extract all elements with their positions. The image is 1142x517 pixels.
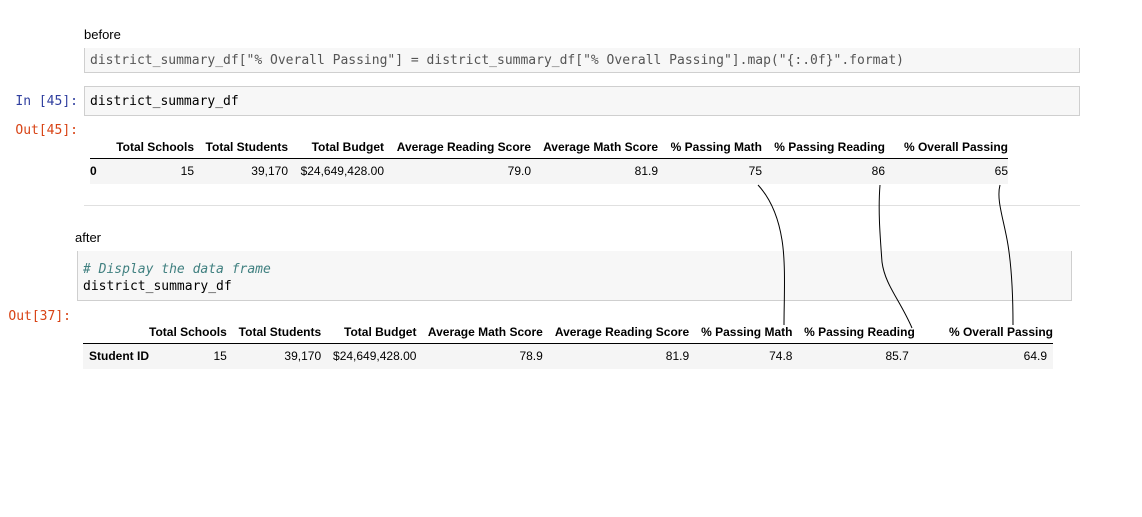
- annotation-stroke-passing-reading: [878, 184, 913, 329]
- annotation-layer: [757, 184, 1014, 329]
- annotation-stroke-passing-math: [757, 184, 785, 326]
- annotation-stroke-overall-passing: [998, 184, 1014, 326]
